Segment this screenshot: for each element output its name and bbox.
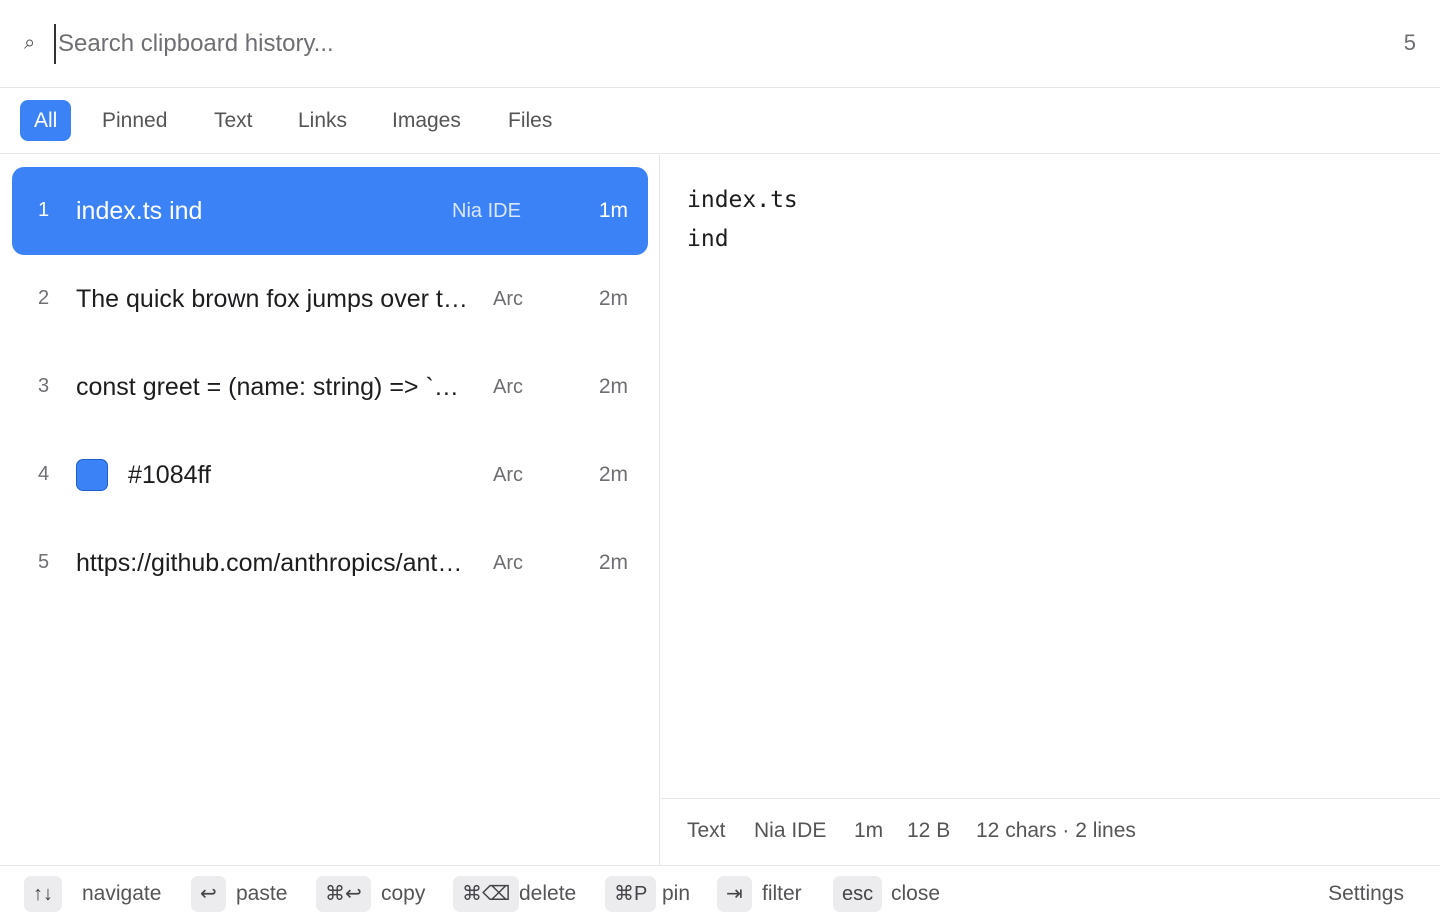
key-delete: ⌘⌫: [453, 876, 520, 912]
tab-links[interactable]: Links: [284, 100, 361, 141]
item-text: const greet = (name: string) => `Hello, …: [76, 373, 476, 401]
list-item[interactable]: 4 #1084ff Arc 2m: [12, 431, 648, 519]
tab-images[interactable]: Images: [378, 100, 475, 141]
item-text: #1084ff: [128, 461, 211, 489]
key-filter: ⇥: [717, 876, 752, 912]
item-index: 1: [38, 199, 50, 221]
hint-pin: pin: [662, 882, 691, 905]
list-item[interactable]: 5 https://github.com/anthropics/anthropi…: [12, 519, 648, 607]
preview-metadata: Text Nia IDE 1m 12 B 12 chars · 2 lines: [661, 798, 1440, 865]
result-count: 5: [1403, 30, 1416, 55]
tab-pinned[interactable]: Pinned: [88, 100, 181, 141]
tab-all[interactable]: All: [20, 100, 72, 141]
meta-app: Nia IDE: [754, 819, 827, 842]
search-bar: ⌕ 5: [0, 0, 1440, 88]
tab-text[interactable]: Text: [200, 100, 267, 141]
key-copy: ⌘↩: [316, 876, 371, 912]
item-time: 2m: [598, 463, 628, 486]
item-index: 3: [38, 375, 50, 397]
preview-content: index.ts ind: [687, 187, 798, 252]
search-icon: ⌕: [24, 32, 36, 54]
meta-type: Text: [687, 819, 726, 842]
hint-close: close: [891, 882, 941, 905]
hint-delete: delete: [519, 882, 577, 905]
meta-size: 12 B: [907, 819, 951, 842]
item-source-app: Arc: [493, 464, 523, 486]
settings-button[interactable]: Settings: [1328, 882, 1404, 906]
item-index: 2: [38, 287, 50, 309]
key-close: esc: [833, 876, 883, 912]
item-time: 2m: [598, 287, 628, 310]
hint-navigate: navigate: [82, 882, 162, 905]
tab-files[interactable]: Files: [494, 100, 566, 141]
list-item[interactable]: 2 The quick brown fox jumps over the laz…: [12, 255, 648, 343]
preview-pane: index.ts ind: [661, 155, 1440, 798]
list-item[interactable]: 1 index.ts ind Nia IDE 1m: [12, 167, 648, 255]
shortcut-footer: ↑↓ navigate ↩ paste ⌘↩ copy ⌘⌫ delete ⌘P…: [0, 865, 1440, 920]
item-time: 2m: [598, 375, 628, 398]
item-source-app: Arc: [493, 552, 523, 574]
key-paste: ↩: [191, 876, 226, 912]
item-source-app: Arc: [493, 376, 523, 398]
hint-filter: filter: [762, 882, 802, 905]
filter-tabs: All Pinned Text Links Images Files: [0, 88, 1440, 154]
clipboard-list: 1 index.ts ind Nia IDE 1m 2 The quick br…: [0, 155, 660, 865]
list-item[interactable]: 3 const greet = (name: string) => `Hello…: [12, 343, 648, 431]
item-time: 1m: [598, 199, 628, 222]
hint-copy: copy: [381, 882, 426, 905]
item-source-app: Nia IDE: [452, 200, 521, 222]
item-text: index.ts ind: [76, 197, 203, 225]
meta-time: 1m: [854, 819, 884, 842]
item-time: 2m: [598, 551, 628, 574]
key-navigate: ↑↓: [24, 876, 62, 912]
hint-paste: paste: [236, 882, 288, 905]
item-source-app: Arc: [493, 288, 523, 310]
item-text: https://github.com/anthropics/anthropic-…: [76, 549, 476, 577]
item-index: 5: [38, 551, 50, 573]
item-text: The quick brown fox jumps over the lazy …: [76, 285, 476, 313]
color-swatch: [76, 459, 108, 491]
key-pin: ⌘P: [605, 876, 657, 912]
item-index: 4: [38, 463, 50, 485]
meta-stats: 12 chars · 2 lines: [976, 819, 1136, 842]
search-input[interactable]: [54, 24, 1354, 64]
